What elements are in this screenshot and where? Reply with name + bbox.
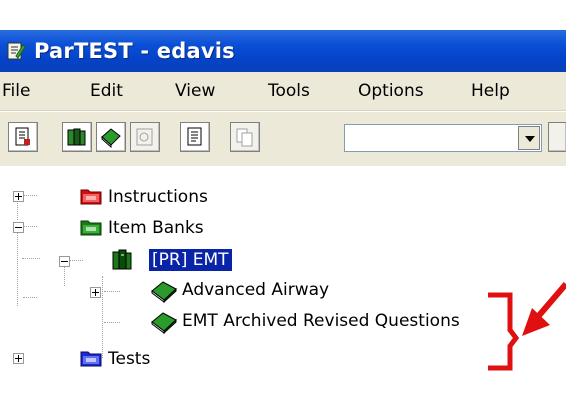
application-window: ParTEST - edavis File Edit View Tools Op… bbox=[0, 30, 566, 420]
annotation-brace-arrow bbox=[488, 282, 566, 371]
